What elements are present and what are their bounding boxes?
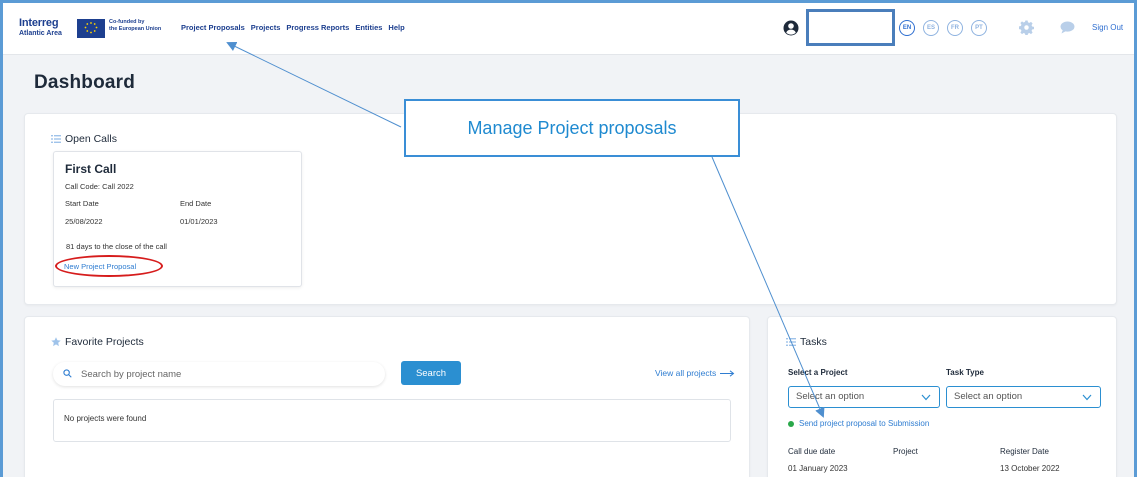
favorite-projects-header: Favorite Projects	[51, 336, 144, 348]
nav-project-proposals[interactable]: Project Proposals	[181, 23, 245, 32]
logo-title: Interreg	[19, 17, 59, 29]
app-frame: Interreg Atlantic Area Co-funded by the …	[0, 0, 1137, 477]
row-register-date: 13 October 2022	[1000, 464, 1060, 473]
favorite-projects-panel: Favorite Projects Search View all projec…	[24, 316, 750, 477]
logo-subtitle: Atlantic Area	[19, 30, 62, 37]
nav-projects[interactable]: Projects	[251, 23, 281, 32]
lang-pt[interactable]: PT	[971, 20, 987, 36]
task-item[interactable]: Send project proposal to Submission	[788, 419, 929, 428]
tasks-panel: Tasks Select a Project Task Type Select …	[767, 316, 1117, 477]
cofunded-label: Co-funded by the European Union	[109, 19, 169, 33]
col-call-due-date: Call due date	[788, 447, 836, 456]
chevron-down-icon	[921, 394, 931, 401]
user-name-field[interactable]	[806, 9, 895, 46]
lang-fr[interactable]: FR	[947, 20, 963, 36]
favorite-projects-title: Favorite Projects	[65, 336, 144, 348]
end-date-label: End Date	[180, 199, 212, 208]
annotation-callout: Manage Project proposals	[404, 99, 740, 157]
list-icon	[51, 135, 61, 143]
empty-state-text: No projects were found	[64, 414, 147, 423]
lang-es[interactable]: ES	[923, 20, 939, 36]
chat-icon[interactable]	[1060, 21, 1075, 34]
cofunded-line2: the European Union	[109, 26, 162, 32]
lang-en[interactable]: EN	[899, 20, 915, 36]
task-type-label: Task Type	[946, 368, 984, 377]
col-register-date: Register Date	[1000, 447, 1049, 456]
nav-entities[interactable]: Entities	[355, 23, 382, 32]
row-due-date: 01 January 2023	[788, 464, 848, 473]
gear-icon[interactable]	[1019, 20, 1034, 35]
status-dot-icon	[788, 420, 794, 427]
tasks-title: Tasks	[800, 336, 827, 348]
project-search-input[interactable]	[81, 364, 371, 384]
highlight-oval	[55, 255, 163, 277]
call-title: First Call	[65, 162, 117, 176]
nav-progress-reports[interactable]: Progress Reports	[286, 23, 349, 32]
eu-flag-icon	[77, 19, 105, 38]
open-calls-header: Open Calls	[51, 133, 117, 145]
main-nav: Project Proposals Projects Progress Repo…	[181, 23, 405, 32]
user-account-icon[interactable]	[783, 20, 799, 36]
top-navbar: Interreg Atlantic Area Co-funded by the …	[3, 3, 1134, 55]
tasks-header: Tasks	[786, 336, 827, 348]
project-select[interactable]: Select an option	[788, 386, 940, 408]
chevron-down-icon	[1082, 394, 1092, 401]
open-calls-title: Open Calls	[65, 133, 117, 145]
task-item-label: Send project proposal to Submission	[799, 419, 930, 428]
days-remaining: 81 days to the close of the call	[66, 242, 167, 251]
view-all-label: View all projects	[655, 368, 717, 378]
view-all-projects-link[interactable]: View all projects	[655, 368, 735, 378]
sign-out-link[interactable]: Sign Out	[1092, 23, 1123, 32]
list-icon	[786, 338, 796, 346]
arrow-right-icon	[719, 370, 734, 377]
start-date-value: 25/08/2022	[65, 217, 103, 226]
select-project-label: Select a Project	[788, 368, 848, 377]
task-type-select-value: Select an option	[954, 391, 1023, 402]
language-switcher: EN ES FR PT	[899, 20, 987, 36]
nav-help[interactable]: Help	[388, 23, 404, 32]
search-button[interactable]: Search	[401, 361, 461, 385]
col-project: Project	[893, 447, 918, 456]
project-search-box	[53, 362, 385, 386]
cofunded-line1: Co-funded by	[109, 19, 145, 25]
page-title: Dashboard	[34, 72, 136, 93]
search-icon	[63, 369, 72, 378]
task-type-select[interactable]: Select an option	[946, 386, 1101, 408]
favorite-projects-list: No projects were found	[53, 399, 731, 442]
project-select-value: Select an option	[796, 391, 865, 402]
call-code: Call Code: Call 2022	[65, 182, 134, 191]
star-icon	[51, 337, 61, 347]
start-date-label: Start Date	[65, 199, 99, 208]
interreg-logo[interactable]: Interreg Atlantic Area	[19, 18, 69, 40]
end-date-value: 01/01/2023	[180, 217, 218, 226]
call-card: First Call Call Code: Call 2022 Start Da…	[53, 151, 302, 287]
